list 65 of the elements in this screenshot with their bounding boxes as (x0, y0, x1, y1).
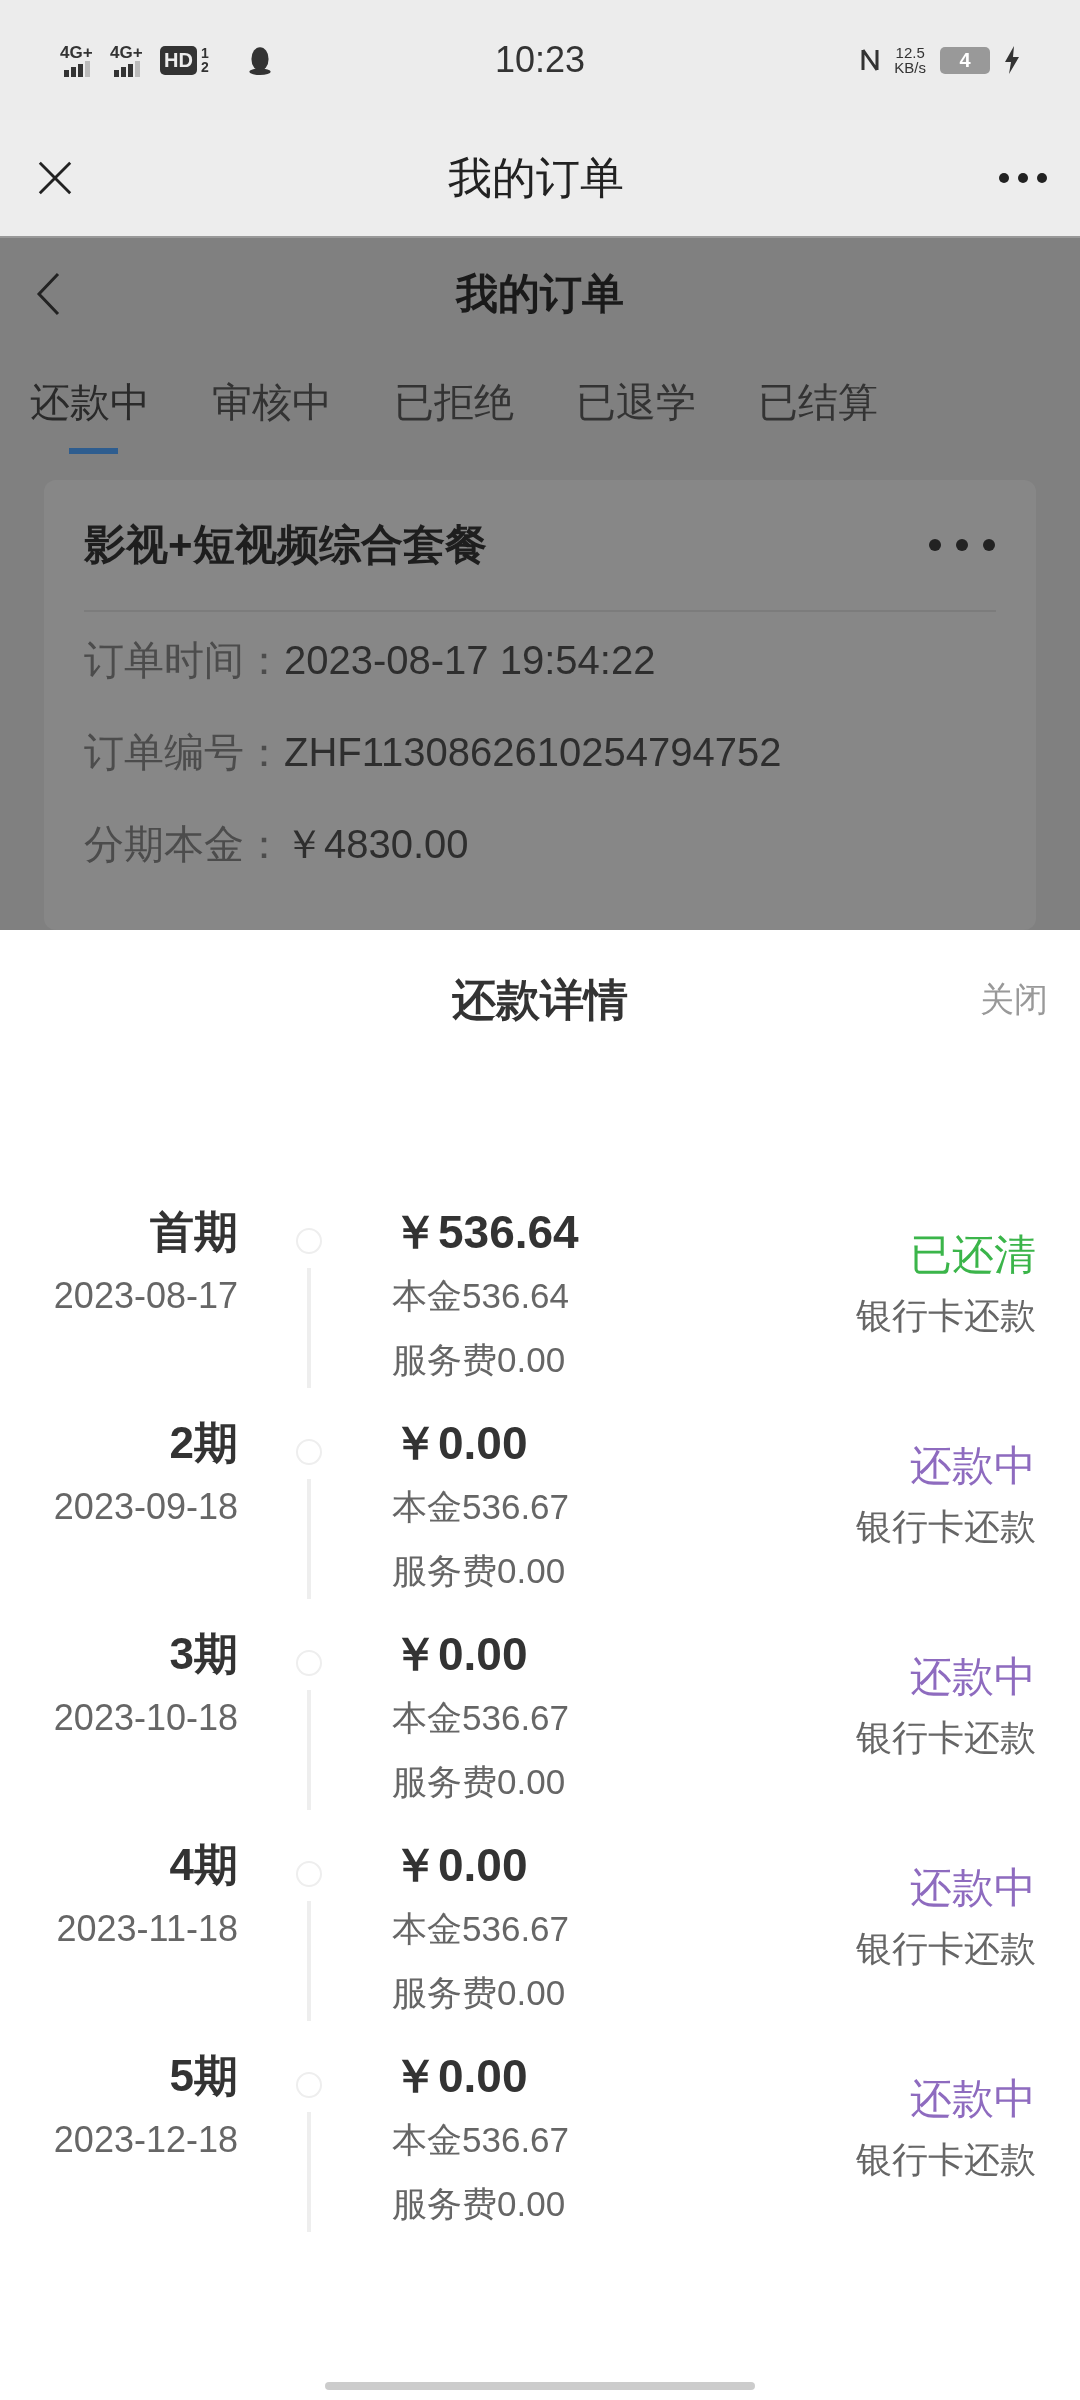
service-fee: 服务费0.00 (392, 1339, 567, 1381)
amount: ￥0.00 (392, 1627, 529, 1682)
amount: ￥0.00 (392, 1838, 529, 1893)
payment-method: 银行卡还款 (856, 1505, 1036, 1549)
payment-status: 还款中 (910, 1863, 1036, 1913)
speed-value: 12.5 (895, 45, 925, 60)
field-value: ￥4830.00 (284, 820, 469, 868)
principal: 本金536.67 (392, 1486, 571, 1528)
field-value: ZHF1130862610254794752 (284, 729, 782, 775)
field-label: 订单编号： (84, 728, 284, 776)
payment-status: 还款中 (910, 2074, 1036, 2124)
due-date: 2023-10-18 (53, 1696, 238, 1740)
field-label: 分期本金： (84, 820, 284, 868)
due-date: 2023-09-18 (53, 1485, 238, 1529)
hd-badge: HD (160, 45, 197, 75)
period-label: 5期 (169, 2050, 238, 2102)
service-fee: 服务费0.00 (392, 1761, 567, 1803)
battery-icon: 4 (940, 46, 990, 74)
tab[interactable]: 已结算 (758, 356, 878, 454)
close-link[interactable]: 关闭 (980, 977, 1048, 1023)
tab[interactable]: 还款中 (30, 356, 150, 454)
due-date: 2023-12-18 (53, 2118, 238, 2162)
principal: 本金536.67 (392, 1697, 571, 1739)
page-title: 我的订单 (456, 269, 624, 319)
sim-label: 1 (200, 46, 209, 60)
amount: ￥0.00 (392, 2049, 529, 2104)
close-icon[interactable] (36, 159, 74, 197)
principal: 本金536.67 (392, 2119, 571, 2161)
principal: 本金536.67 (392, 1908, 571, 1950)
more-icon[interactable] (998, 172, 1048, 184)
service-fee: 服务费0.00 (392, 2183, 567, 2225)
period-label: 3期 (169, 1628, 238, 1680)
back-icon[interactable] (36, 272, 60, 316)
clock-time: 10:23 (493, 39, 587, 81)
payment-method: 银行卡还款 (856, 1294, 1036, 1338)
window-title: 我的订单 (448, 151, 624, 204)
sheet-title: 还款详情 (452, 973, 628, 1026)
principal: 本金536.64 (392, 1275, 571, 1317)
amount: ￥0.00 (392, 1416, 529, 1471)
penguin-icon (246, 45, 273, 75)
payment-method: 银行卡还款 (856, 1716, 1036, 1760)
order-title: 影视+短视频综合套餐 (84, 520, 487, 570)
network-label: 4G+ (110, 43, 143, 61)
due-date: 2023-08-17 (53, 1274, 238, 1318)
charging-icon (1004, 46, 1020, 74)
tab[interactable]: 已退学 (576, 356, 696, 454)
period-label: 2期 (169, 1417, 238, 1469)
network-label: 4G+ (60, 43, 93, 61)
service-fee: 服务费0.00 (392, 1972, 567, 2014)
due-date: 2023-11-18 (56, 1907, 238, 1951)
payment-status: 已还清 (910, 1230, 1036, 1280)
payment-method: 银行卡还款 (856, 1927, 1036, 1971)
service-fee: 服务费0.00 (392, 1550, 567, 1592)
speed-unit: KB/s (894, 60, 926, 75)
field-label: 订单时间： (84, 636, 284, 684)
sim-label: 2 (200, 60, 209, 74)
field-value: 2023-08-17 19:54:22 (284, 637, 656, 683)
tab[interactable]: 审核中 (212, 356, 332, 454)
payment-status: 还款中 (910, 1652, 1036, 1702)
tab[interactable]: 已拒绝 (394, 356, 514, 454)
payment-method: 银行卡还款 (856, 2138, 1036, 2182)
payment-status: 还款中 (910, 1441, 1036, 1491)
period-label: 4期 (169, 1839, 238, 1891)
amount: ￥536.64 (392, 1205, 580, 1260)
period-label: 首期 (150, 1206, 238, 1258)
